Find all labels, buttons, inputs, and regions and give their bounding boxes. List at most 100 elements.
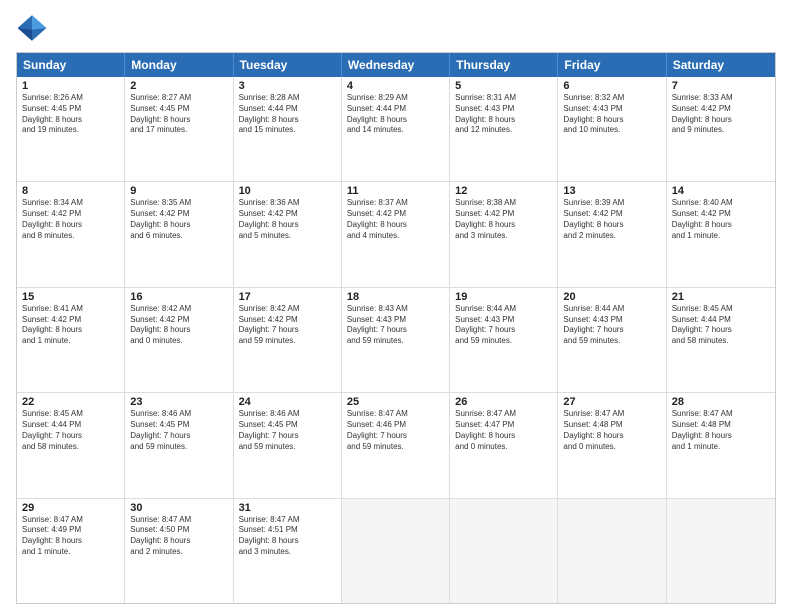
day-number: 19 — [455, 291, 552, 303]
day-number: 17 — [239, 291, 336, 303]
day-info: Sunrise: 8:44 AM Sunset: 4:43 PM Dayligh… — [563, 304, 660, 347]
day-number: 13 — [563, 185, 660, 197]
day-cell-29: 29Sunrise: 8:47 AM Sunset: 4:49 PM Dayli… — [17, 499, 125, 603]
day-cell-27: 27Sunrise: 8:47 AM Sunset: 4:48 PM Dayli… — [558, 393, 666, 497]
day-number: 18 — [347, 291, 444, 303]
day-cell-11: 11Sunrise: 8:37 AM Sunset: 4:42 PM Dayli… — [342, 182, 450, 286]
day-number: 26 — [455, 396, 552, 408]
day-cell-17: 17Sunrise: 8:42 AM Sunset: 4:42 PM Dayli… — [234, 288, 342, 392]
page: SundayMondayTuesdayWednesdayThursdayFrid… — [0, 0, 792, 612]
day-cell-18: 18Sunrise: 8:43 AM Sunset: 4:43 PM Dayli… — [342, 288, 450, 392]
day-info: Sunrise: 8:44 AM Sunset: 4:43 PM Dayligh… — [455, 304, 552, 347]
empty-cell — [667, 499, 775, 603]
day-number: 29 — [22, 502, 119, 514]
day-info: Sunrise: 8:43 AM Sunset: 4:43 PM Dayligh… — [347, 304, 444, 347]
day-info: Sunrise: 8:47 AM Sunset: 4:47 PM Dayligh… — [455, 409, 552, 452]
header — [16, 12, 776, 44]
day-number: 30 — [130, 502, 227, 514]
day-number: 15 — [22, 291, 119, 303]
day-number: 23 — [130, 396, 227, 408]
day-cell-23: 23Sunrise: 8:46 AM Sunset: 4:45 PM Dayli… — [125, 393, 233, 497]
day-cell-4: 4Sunrise: 8:29 AM Sunset: 4:44 PM Daylig… — [342, 77, 450, 181]
day-cell-5: 5Sunrise: 8:31 AM Sunset: 4:43 PM Daylig… — [450, 77, 558, 181]
week-row-1: 1Sunrise: 8:26 AM Sunset: 4:45 PM Daylig… — [17, 77, 775, 182]
day-info: Sunrise: 8:42 AM Sunset: 4:42 PM Dayligh… — [130, 304, 227, 347]
week-row-2: 8Sunrise: 8:34 AM Sunset: 4:42 PM Daylig… — [17, 182, 775, 287]
day-info: Sunrise: 8:47 AM Sunset: 4:51 PM Dayligh… — [239, 515, 336, 558]
day-cell-28: 28Sunrise: 8:47 AM Sunset: 4:48 PM Dayli… — [667, 393, 775, 497]
day-info: Sunrise: 8:27 AM Sunset: 4:45 PM Dayligh… — [130, 93, 227, 136]
day-number: 10 — [239, 185, 336, 197]
day-number: 11 — [347, 185, 444, 197]
day-cell-15: 15Sunrise: 8:41 AM Sunset: 4:42 PM Dayli… — [17, 288, 125, 392]
day-cell-30: 30Sunrise: 8:47 AM Sunset: 4:50 PM Dayli… — [125, 499, 233, 603]
day-info: Sunrise: 8:47 AM Sunset: 4:46 PM Dayligh… — [347, 409, 444, 452]
day-cell-6: 6Sunrise: 8:32 AM Sunset: 4:43 PM Daylig… — [558, 77, 666, 181]
day-info: Sunrise: 8:33 AM Sunset: 4:42 PM Dayligh… — [672, 93, 770, 136]
day-info: Sunrise: 8:47 AM Sunset: 4:48 PM Dayligh… — [672, 409, 770, 452]
day-number: 27 — [563, 396, 660, 408]
day-info: Sunrise: 8:40 AM Sunset: 4:42 PM Dayligh… — [672, 198, 770, 241]
day-info: Sunrise: 8:39 AM Sunset: 4:42 PM Dayligh… — [563, 198, 660, 241]
day-cell-31: 31Sunrise: 8:47 AM Sunset: 4:51 PM Dayli… — [234, 499, 342, 603]
day-number: 28 — [672, 396, 770, 408]
day-info: Sunrise: 8:36 AM Sunset: 4:42 PM Dayligh… — [239, 198, 336, 241]
empty-cell — [450, 499, 558, 603]
day-info: Sunrise: 8:47 AM Sunset: 4:48 PM Dayligh… — [563, 409, 660, 452]
week-row-3: 15Sunrise: 8:41 AM Sunset: 4:42 PM Dayli… — [17, 288, 775, 393]
day-number: 20 — [563, 291, 660, 303]
day-info: Sunrise: 8:46 AM Sunset: 4:45 PM Dayligh… — [239, 409, 336, 452]
day-cell-1: 1Sunrise: 8:26 AM Sunset: 4:45 PM Daylig… — [17, 77, 125, 181]
empty-cell — [342, 499, 450, 603]
logo — [16, 12, 52, 44]
day-cell-13: 13Sunrise: 8:39 AM Sunset: 4:42 PM Dayli… — [558, 182, 666, 286]
calendar-body: 1Sunrise: 8:26 AM Sunset: 4:45 PM Daylig… — [17, 77, 775, 603]
week-row-5: 29Sunrise: 8:47 AM Sunset: 4:49 PM Dayli… — [17, 499, 775, 603]
day-number: 24 — [239, 396, 336, 408]
week-row-4: 22Sunrise: 8:45 AM Sunset: 4:44 PM Dayli… — [17, 393, 775, 498]
day-number: 12 — [455, 185, 552, 197]
day-number: 5 — [455, 80, 552, 92]
header-day-saturday: Saturday — [667, 53, 775, 77]
day-number: 22 — [22, 396, 119, 408]
day-info: Sunrise: 8:41 AM Sunset: 4:42 PM Dayligh… — [22, 304, 119, 347]
day-info: Sunrise: 8:29 AM Sunset: 4:44 PM Dayligh… — [347, 93, 444, 136]
day-info: Sunrise: 8:45 AM Sunset: 4:44 PM Dayligh… — [672, 304, 770, 347]
day-cell-14: 14Sunrise: 8:40 AM Sunset: 4:42 PM Dayli… — [667, 182, 775, 286]
day-cell-26: 26Sunrise: 8:47 AM Sunset: 4:47 PM Dayli… — [450, 393, 558, 497]
calendar-header: SundayMondayTuesdayWednesdayThursdayFrid… — [17, 53, 775, 77]
day-info: Sunrise: 8:38 AM Sunset: 4:42 PM Dayligh… — [455, 198, 552, 241]
day-info: Sunrise: 8:35 AM Sunset: 4:42 PM Dayligh… — [130, 198, 227, 241]
day-cell-20: 20Sunrise: 8:44 AM Sunset: 4:43 PM Dayli… — [558, 288, 666, 392]
logo-icon — [16, 12, 48, 44]
day-cell-10: 10Sunrise: 8:36 AM Sunset: 4:42 PM Dayli… — [234, 182, 342, 286]
day-number: 4 — [347, 80, 444, 92]
day-info: Sunrise: 8:31 AM Sunset: 4:43 PM Dayligh… — [455, 93, 552, 136]
day-cell-24: 24Sunrise: 8:46 AM Sunset: 4:45 PM Dayli… — [234, 393, 342, 497]
day-cell-9: 9Sunrise: 8:35 AM Sunset: 4:42 PM Daylig… — [125, 182, 233, 286]
day-info: Sunrise: 8:34 AM Sunset: 4:42 PM Dayligh… — [22, 198, 119, 241]
calendar: SundayMondayTuesdayWednesdayThursdayFrid… — [16, 52, 776, 604]
day-number: 3 — [239, 80, 336, 92]
day-cell-19: 19Sunrise: 8:44 AM Sunset: 4:43 PM Dayli… — [450, 288, 558, 392]
day-info: Sunrise: 8:47 AM Sunset: 4:49 PM Dayligh… — [22, 515, 119, 558]
header-day-friday: Friday — [558, 53, 666, 77]
day-info: Sunrise: 8:32 AM Sunset: 4:43 PM Dayligh… — [563, 93, 660, 136]
day-number: 21 — [672, 291, 770, 303]
day-cell-2: 2Sunrise: 8:27 AM Sunset: 4:45 PM Daylig… — [125, 77, 233, 181]
day-number: 6 — [563, 80, 660, 92]
day-number: 25 — [347, 396, 444, 408]
day-cell-12: 12Sunrise: 8:38 AM Sunset: 4:42 PM Dayli… — [450, 182, 558, 286]
day-cell-8: 8Sunrise: 8:34 AM Sunset: 4:42 PM Daylig… — [17, 182, 125, 286]
day-number: 1 — [22, 80, 119, 92]
day-number: 31 — [239, 502, 336, 514]
day-number: 7 — [672, 80, 770, 92]
day-cell-21: 21Sunrise: 8:45 AM Sunset: 4:44 PM Dayli… — [667, 288, 775, 392]
day-info: Sunrise: 8:26 AM Sunset: 4:45 PM Dayligh… — [22, 93, 119, 136]
day-number: 8 — [22, 185, 119, 197]
day-info: Sunrise: 8:45 AM Sunset: 4:44 PM Dayligh… — [22, 409, 119, 452]
day-number: 9 — [130, 185, 227, 197]
empty-cell — [558, 499, 666, 603]
day-number: 2 — [130, 80, 227, 92]
day-info: Sunrise: 8:47 AM Sunset: 4:50 PM Dayligh… — [130, 515, 227, 558]
